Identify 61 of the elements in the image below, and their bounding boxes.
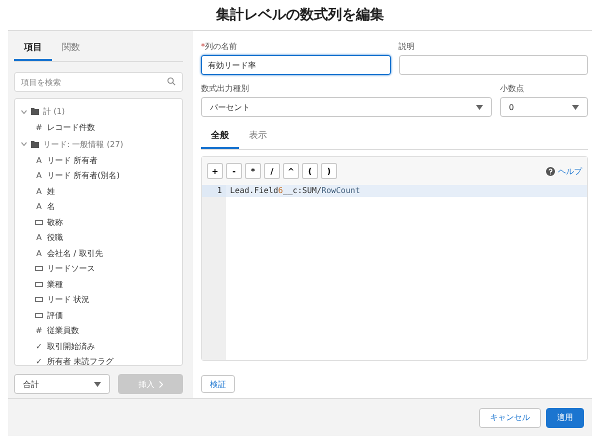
- dialog-title: 集計レベルの数式列を編集: [214, 6, 385, 25]
- verify-button[interactable]: 検証: [201, 375, 235, 393]
- tree-item[interactable]: A 会社名 / 取引先: [21, 246, 176, 261]
- search-icon: [167, 77, 176, 86]
- editor-tab[interactable]: 全般: [201, 125, 239, 149]
- picklist-icon: [35, 266, 43, 272]
- tree-item[interactable]: A リード 所有者: [21, 152, 176, 168]
- dropdown-caret-icon: [572, 104, 579, 110]
- operator-button[interactable]: *: [245, 163, 261, 179]
- decimals-select[interactable]: 0: [500, 97, 588, 117]
- dropdown-caret-icon: [94, 382, 101, 386]
- tree-item[interactable]: # 従業員数: [21, 323, 176, 338]
- chevron-right-icon: [158, 380, 162, 388]
- summary-select[interactable]: 合計: [14, 374, 110, 394]
- tree-item[interactable]: 敬称: [21, 214, 176, 230]
- tree-group[interactable]: 計 (1): [21, 103, 176, 120]
- tree-item[interactable]: A 名: [21, 199, 176, 214]
- column-name-input[interactable]: 有効リード率: [201, 55, 390, 75]
- tree-item[interactable]: リードソース: [21, 261, 176, 276]
- search-field[interactable]: 項目を検索: [14, 72, 183, 92]
- field-label: 小数点: [500, 83, 525, 94]
- formula-code: Lead.Field6__c:SUM/RowCount: [226, 185, 587, 197]
- output-type-select[interactable]: パーセント: [201, 97, 492, 117]
- tree-item[interactable]: リード 状況: [21, 292, 176, 308]
- required-mark: *: [201, 42, 205, 51]
- tree-item[interactable]: # レコード件数: [21, 120, 176, 136]
- panel-tab[interactable]: 関数: [52, 37, 90, 61]
- description-input[interactable]: [398, 55, 588, 75]
- folder-icon: [31, 108, 39, 115]
- tree-item[interactable]: 評価: [21, 308, 176, 323]
- picklist-icon: [35, 282, 43, 287]
- cancel-button[interactable]: キャンセル: [479, 408, 541, 428]
- line-number: 1: [202, 185, 226, 197]
- group-label: 計 (1): [43, 106, 65, 117]
- tree-item[interactable]: A 役職: [21, 230, 176, 246]
- help-icon: [546, 166, 555, 176]
- operator-button[interactable]: (: [302, 163, 318, 179]
- picklist-icon: [35, 312, 43, 318]
- field-label: 数式出力種別: [201, 83, 250, 94]
- help-link[interactable]: ヘルプ: [546, 166, 582, 176]
- picklist-icon: [35, 297, 43, 302]
- tree-item[interactable]: 業種: [21, 276, 176, 292]
- operator-button[interactable]: ^: [283, 163, 299, 179]
- group-label: リード: 一般情報 (27): [43, 138, 124, 150]
- operator-button[interactable]: +: [207, 163, 223, 179]
- folder-icon: [31, 140, 39, 148]
- tree-group[interactable]: リード: 一般情報 (27): [21, 136, 176, 152]
- field-label: 説明: [398, 41, 416, 52]
- tree-item[interactable]: A リード 所有者(別名): [21, 168, 176, 184]
- field-label: 列の名前: [205, 42, 237, 51]
- operator-button[interactable]: ): [321, 163, 337, 179]
- dropdown-caret-icon: [476, 104, 483, 110]
- operator-button[interactable]: /: [264, 163, 280, 179]
- tree-item[interactable]: ✓ 取引開始済み: [21, 338, 176, 354]
- tree-item[interactable]: A 姓: [21, 184, 176, 199]
- editor-tab[interactable]: 表示: [239, 125, 277, 149]
- panel-tab[interactable]: 項目: [14, 37, 52, 61]
- operator-button[interactable]: -: [226, 163, 242, 179]
- picklist-icon: [35, 220, 43, 225]
- apply-button[interactable]: 適用: [546, 408, 584, 428]
- tree-item[interactable]: ✓ 所有者 未読フラグ: [21, 354, 176, 365]
